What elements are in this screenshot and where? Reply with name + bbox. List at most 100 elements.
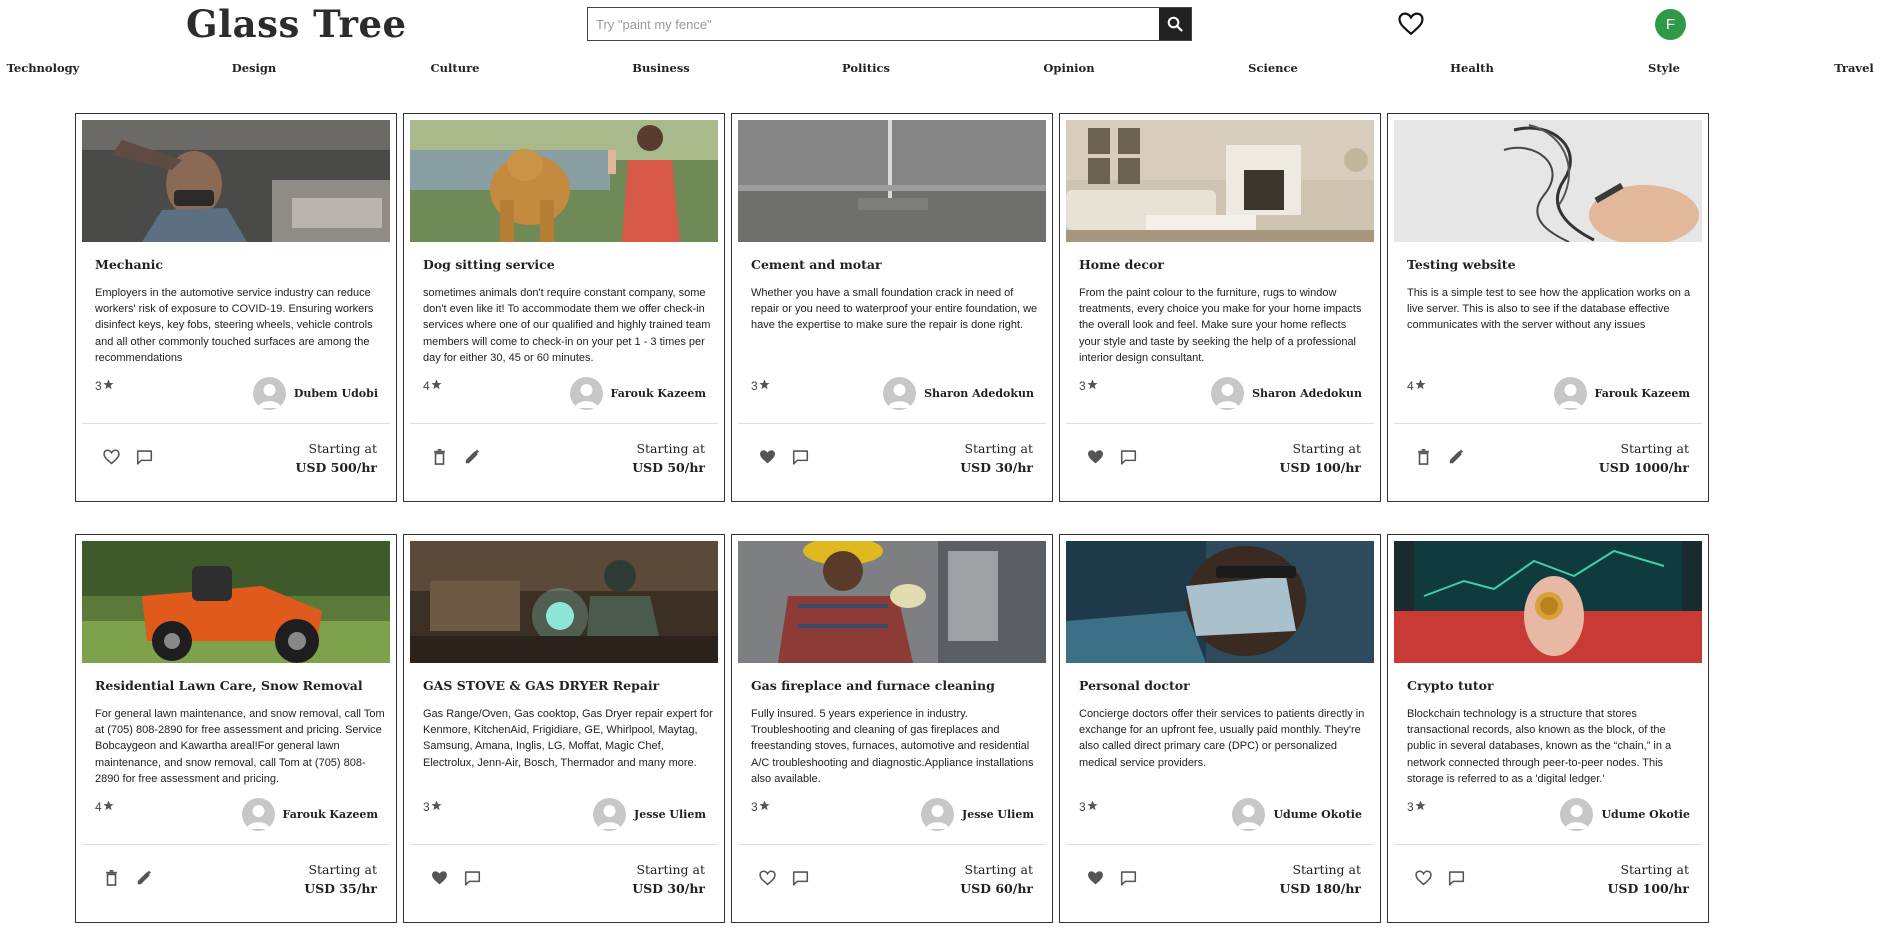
provider-name: Udume Okotie (1601, 808, 1690, 821)
service-image[interactable] (82, 120, 390, 242)
card-actions (1414, 869, 1465, 887)
edit-pencil-icon[interactable] (1447, 448, 1465, 466)
service-description: Employers in the automotive service indu… (95, 287, 374, 364)
nav-item-2[interactable]: Culture (431, 61, 480, 75)
price-amount: USD 500/hr (295, 460, 377, 475)
provider-avatar-icon (883, 377, 917, 410)
service-card[interactable]: Crypto tutor Blockchain technology is a … (1387, 534, 1709, 923)
provider-info[interactable]: Udume Okotie (1560, 798, 1690, 831)
favorite-heart-filled-icon[interactable] (1086, 869, 1104, 887)
service-card[interactable]: Mechanic Employers in the automotive ser… (75, 113, 397, 502)
search-button[interactable] (1159, 8, 1191, 40)
service-image[interactable] (738, 541, 1046, 663)
provider-info[interactable]: Farouk Kazeem (241, 798, 378, 831)
nav-item-3[interactable]: Business (632, 61, 690, 75)
service-image[interactable] (1394, 541, 1702, 663)
service-image[interactable] (1066, 541, 1374, 663)
nav-item-9[interactable]: Travel (1834, 61, 1874, 75)
service-title[interactable]: Testing website (1407, 257, 1516, 272)
price-block: Starting at USD 50/hr (632, 439, 705, 477)
service-card[interactable]: Gas fireplace and furnace cleaning Fully… (731, 534, 1053, 923)
star-icon (103, 800, 114, 814)
provider-avatar-icon (252, 377, 286, 410)
provider-info[interactable]: Farouk Kazeem (1553, 377, 1690, 410)
nav-item-8[interactable]: Style (1648, 61, 1680, 75)
price-prefix: Starting at (636, 441, 705, 456)
service-title[interactable]: Gas fireplace and furnace cleaning (751, 678, 995, 693)
service-title[interactable]: GAS STOVE & GAS DRYER Repair (423, 678, 659, 693)
service-image[interactable] (82, 541, 390, 663)
comment-icon[interactable] (1119, 448, 1137, 466)
provider-info[interactable]: Farouk Kazeem (569, 377, 707, 410)
service-image[interactable] (410, 541, 718, 663)
provider-info[interactable]: Jesse Uliem (592, 798, 706, 831)
service-title[interactable]: Mechanic (95, 257, 163, 272)
service-card[interactable]: Personal doctor Concierge doctors offer … (1059, 534, 1381, 923)
rating-value: 3 (751, 800, 758, 814)
comment-icon[interactable] (1119, 869, 1137, 887)
provider-info[interactable]: Dubem Udobi (252, 377, 378, 410)
user-avatar[interactable]: F (1655, 9, 1686, 40)
favorite-heart-icon[interactable] (102, 448, 120, 466)
comment-icon[interactable] (791, 869, 809, 887)
provider-name: Farouk Kazeem (610, 387, 707, 400)
provider-info[interactable]: Sharon Adedokun (883, 377, 1034, 410)
comment-icon[interactable] (135, 448, 153, 466)
price-amount: USD 60/hr (960, 881, 1033, 896)
comment-icon[interactable] (1447, 869, 1465, 887)
price-prefix: Starting at (1620, 862, 1689, 877)
provider-info[interactable]: Jesse Uliem (920, 798, 1034, 831)
rating-value: 3 (1079, 800, 1086, 814)
star-icon (1087, 800, 1098, 814)
service-card[interactable]: Home decor From the paint colour to the … (1059, 113, 1381, 502)
nav-item-4[interactable]: Politics (842, 61, 890, 75)
favorite-heart-filled-icon[interactable] (430, 869, 448, 887)
site-logo[interactable]: Glass Tree (186, 2, 407, 46)
service-title[interactable]: Crypto tutor (1407, 678, 1494, 693)
nav-item-6[interactable]: Science (1248, 61, 1298, 75)
price-amount: USD 180/hr (1279, 881, 1361, 896)
service-title[interactable]: Home decor (1079, 257, 1164, 272)
service-image[interactable] (1394, 120, 1702, 242)
comment-icon[interactable] (463, 869, 481, 887)
rating: 3 (751, 379, 770, 393)
comment-icon[interactable] (791, 448, 809, 466)
service-card[interactable]: Testing website This is a simple test to… (1387, 113, 1709, 502)
favorites-heart-icon[interactable] (1397, 12, 1425, 36)
service-image[interactable] (1066, 120, 1374, 242)
favorite-heart-icon[interactable] (758, 869, 776, 887)
provider-info[interactable]: Udume Okotie (1232, 798, 1362, 831)
delete-trash-icon[interactable] (430, 448, 448, 466)
search-input[interactable] (588, 8, 1159, 40)
delete-trash-icon[interactable] (102, 869, 120, 887)
price-amount: USD 100/hr (1279, 460, 1361, 475)
price-amount: USD 30/hr (632, 881, 705, 896)
provider-name: Jesse Uliem (633, 808, 706, 821)
service-card[interactable]: Residential Lawn Care, Snow Removal For … (75, 534, 397, 923)
divider (1066, 423, 1374, 424)
service-title[interactable]: Personal doctor (1079, 678, 1190, 693)
service-title[interactable]: Dog sitting service (423, 257, 555, 272)
service-card[interactable]: Cement and motar Whether you have a smal… (731, 113, 1053, 502)
search-icon (1167, 16, 1183, 32)
divider (1394, 844, 1702, 845)
service-card[interactable]: Dog sitting service sometimes animals do… (403, 113, 725, 502)
service-card[interactable]: GAS STOVE & GAS DRYER Repair Gas Range/O… (403, 534, 725, 923)
provider-info[interactable]: Sharon Adedokun (1211, 377, 1362, 410)
service-description: Concierge doctors offer their services t… (1079, 708, 1365, 769)
delete-trash-icon[interactable] (1414, 448, 1432, 466)
edit-pencil-icon[interactable] (463, 448, 481, 466)
edit-pencil-icon[interactable] (135, 869, 153, 887)
nav-item-7[interactable]: Health (1450, 61, 1494, 75)
favorite-heart-filled-icon[interactable] (1086, 448, 1104, 466)
favorite-heart-icon[interactable] (1414, 869, 1432, 887)
nav-item-0[interactable]: Technology (7, 61, 80, 75)
divider (82, 844, 390, 845)
favorite-heart-filled-icon[interactable] (758, 448, 776, 466)
nav-item-1[interactable]: Design (232, 61, 277, 75)
service-title[interactable]: Residential Lawn Care, Snow Removal (95, 678, 363, 693)
nav-item-5[interactable]: Opinion (1043, 61, 1094, 75)
service-image[interactable] (410, 120, 718, 242)
service-image[interactable] (738, 120, 1046, 242)
service-title[interactable]: Cement and motar (751, 257, 882, 272)
